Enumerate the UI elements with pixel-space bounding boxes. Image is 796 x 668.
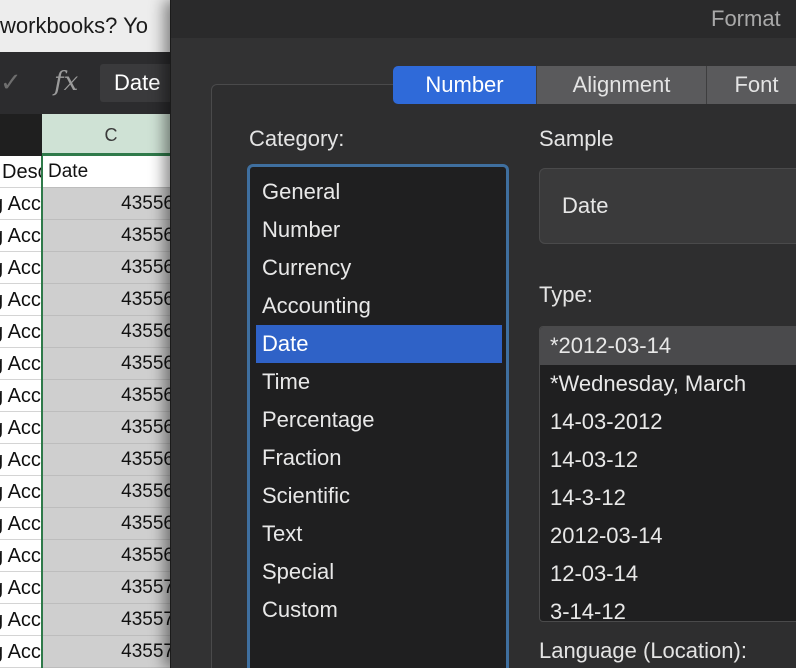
table-row: g Acc43556 [0, 476, 180, 508]
table-row: g Acc43556 [0, 412, 180, 444]
tab-bar: Number Alignment Font [393, 66, 796, 104]
type-item[interactable]: 14-3-12 [540, 479, 796, 517]
table-row: g Acc43556 [0, 380, 180, 412]
type-item[interactable]: 14-03-2012 [540, 403, 796, 441]
category-item[interactable]: Custom [256, 591, 502, 629]
cell-c[interactable]: 43556 [42, 540, 180, 572]
sample-label: Sample [539, 126, 614, 151]
notice-text: workbooks? Yo [0, 13, 148, 38]
category-label: Category: [249, 126, 345, 151]
function-icon[interactable]: fx [54, 62, 78, 102]
type-item[interactable]: 3-14-12 [540, 593, 796, 621]
table-row: g Acc43556 [0, 252, 180, 284]
cell-c[interactable]: 43556 [42, 380, 180, 412]
category-item[interactable]: General [256, 173, 502, 211]
category-item[interactable]: Date [256, 325, 502, 363]
type-item[interactable]: 2012-03-14 [540, 517, 796, 555]
cell-a[interactable]: g Acc [0, 604, 42, 636]
category-item[interactable]: Special [256, 553, 502, 591]
cell-a-header[interactable]: Desc [0, 156, 42, 188]
sample-value: Date [562, 193, 609, 218]
language-label: Language (Location): [539, 638, 747, 663]
category-item[interactable]: Fraction [256, 439, 502, 477]
type-item[interactable]: 14-03-12 [540, 441, 796, 479]
cell-a[interactable]: g Acc [0, 444, 42, 476]
cell-a[interactable]: g Acc [0, 348, 42, 380]
workbook-notice: workbooks? Yo [0, 0, 180, 52]
cell-a[interactable]: g Acc [0, 380, 42, 412]
tab-font[interactable]: Font [707, 66, 796, 104]
category-item[interactable]: Number [256, 211, 502, 249]
cell-c[interactable]: 43557 [42, 636, 180, 668]
checkmark-icon[interactable]: ✓ [0, 62, 28, 102]
table-row: g Acc43557 [0, 604, 180, 636]
cell-a[interactable]: g Acc [0, 188, 42, 220]
category-item[interactable]: Text [256, 515, 502, 553]
type-item[interactable]: *Wednesday, March [540, 365, 796, 403]
table-row: g Acc43556 [0, 508, 180, 540]
category-item[interactable]: Scientific [256, 477, 502, 515]
dialog-title: Format [711, 6, 781, 31]
cell-c[interactable]: 43556 [42, 220, 180, 252]
cell-a[interactable]: g Acc [0, 508, 42, 540]
type-item[interactable]: *2012-03-14 [540, 327, 796, 365]
cell-a[interactable]: g Acc [0, 476, 42, 508]
tab-alignment[interactable]: Alignment [537, 66, 707, 104]
table-row: g Acc43557 [0, 636, 180, 668]
cell-c[interactable]: 43556 [42, 412, 180, 444]
table-row: g Acc43556 [0, 220, 180, 252]
dialog-title-bar: Format [171, 0, 796, 38]
selection-border [41, 156, 43, 668]
cell-c[interactable]: 43556 [42, 252, 180, 284]
type-label: Type: [539, 282, 593, 307]
table-row: g Acc43556 [0, 540, 180, 572]
cell-c-header[interactable]: Date [42, 156, 180, 188]
formula-bar: ✓ fx Date [0, 52, 180, 114]
type-item[interactable]: 12-03-14 [540, 555, 796, 593]
tab-number[interactable]: Number [393, 66, 537, 104]
category-item[interactable]: Time [256, 363, 502, 401]
cell-a[interactable]: g Acc [0, 252, 42, 284]
category-list-box[interactable]: General Number Currency Accounting Date Time P… [247, 164, 509, 668]
cell-c[interactable]: 43556 [42, 508, 180, 540]
table-row: g Acc43556 [0, 316, 180, 348]
category-item[interactable]: Percentage [256, 401, 502, 439]
cell-c[interactable]: 43557 [42, 604, 180, 636]
formula-input[interactable]: Date [100, 64, 180, 102]
cell-a[interactable]: g Acc [0, 572, 42, 604]
spreadsheet-grid: DescDateg Acc43556g Acc43556g Acc43556g … [0, 156, 180, 668]
cell-c[interactable]: 43556 [42, 316, 180, 348]
category-item[interactable]: Currency [256, 249, 502, 287]
column-header-c[interactable]: C [42, 114, 180, 156]
header-row: DescDate [0, 156, 180, 188]
category-list: General Number Currency Accounting Date Time P… [256, 173, 502, 629]
table-row: g Acc43556 [0, 444, 180, 476]
cell-a[interactable]: g Acc [0, 316, 42, 348]
cell-c[interactable]: 43556 [42, 284, 180, 316]
type-list[interactable]: *2012-03-14 *Wednesday, March 14-03-2012 14… [539, 326, 796, 622]
column-header-row: C [0, 114, 180, 156]
table-row: g Acc43556 [0, 348, 180, 380]
cell-c[interactable]: 43556 [42, 188, 180, 220]
sample-box: Date [539, 168, 796, 244]
cell-a[interactable]: g Acc [0, 636, 42, 668]
cell-a[interactable]: g Acc [0, 220, 42, 252]
cell-c[interactable]: 43556 [42, 476, 180, 508]
table-row: g Acc43556 [0, 284, 180, 316]
cell-a[interactable]: g Acc [0, 412, 42, 444]
table-row: g Acc43557 [0, 572, 180, 604]
cell-c[interactable]: 43557 [42, 572, 180, 604]
cell-c[interactable]: 43556 [42, 444, 180, 476]
cell-a[interactable]: g Acc [0, 540, 42, 572]
category-item[interactable]: Accounting [256, 287, 502, 325]
cell-a[interactable]: g Acc [0, 284, 42, 316]
table-row: g Acc43556 [0, 188, 180, 220]
cell-c[interactable]: 43556 [42, 348, 180, 380]
format-cells-dialog: Format Number Alignment Font Category: G… [170, 0, 796, 668]
